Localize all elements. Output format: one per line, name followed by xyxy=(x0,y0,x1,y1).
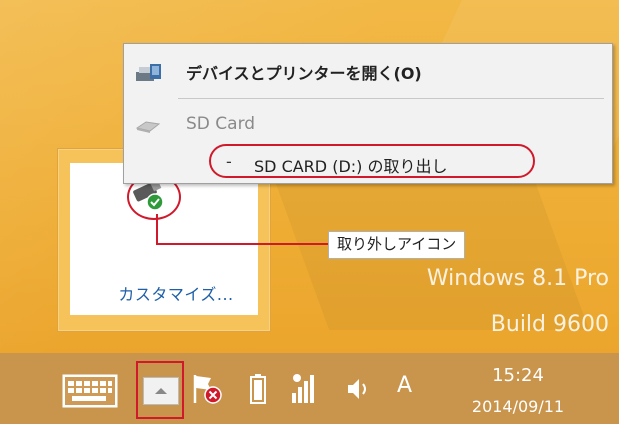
ime-mode-indicator[interactable]: A xyxy=(397,373,412,398)
signal-icon[interactable] xyxy=(289,371,321,405)
clock-date[interactable]: 2014/09/11 xyxy=(453,397,583,416)
eject-highlight-ring xyxy=(209,144,535,178)
printer-icon xyxy=(134,62,164,84)
speaker-icon[interactable] xyxy=(344,373,376,405)
taskbar: A 15:24 2014/09/11 xyxy=(0,353,619,424)
battery-icon[interactable] xyxy=(248,373,268,405)
menu-separator xyxy=(178,98,604,99)
show-hidden-icons-highlight xyxy=(136,361,184,419)
context-menu: デバイスとプリンターを開く(O) SD Card - SD CARD (D:) … xyxy=(123,43,613,184)
chevron-up-icon xyxy=(155,388,167,394)
menu-item-label: デバイスとプリンターを開く(O) xyxy=(186,64,422,83)
drive-icon xyxy=(134,116,162,136)
menu-item-open-devices[interactable]: デバイスとプリンターを開く(O) xyxy=(124,52,612,92)
watermark-build: Build 9600 xyxy=(490,312,609,337)
touch-keyboard-icon[interactable] xyxy=(62,374,118,408)
callout-line xyxy=(156,243,328,245)
watermark-edition: Windows 8.1 Pro xyxy=(426,266,609,291)
show-hidden-icons-button[interactable] xyxy=(143,377,179,405)
customize-link[interactable]: カスタマイズ... xyxy=(82,281,270,305)
callout-line xyxy=(156,214,158,244)
callout-label: 取り外しアイコン xyxy=(328,231,466,259)
clock-time[interactable]: 15:24 xyxy=(453,365,583,386)
menu-item-label: SD Card xyxy=(186,114,256,134)
flag-icon[interactable] xyxy=(191,371,225,407)
menu-item-sd-card: SD Card xyxy=(124,108,612,144)
